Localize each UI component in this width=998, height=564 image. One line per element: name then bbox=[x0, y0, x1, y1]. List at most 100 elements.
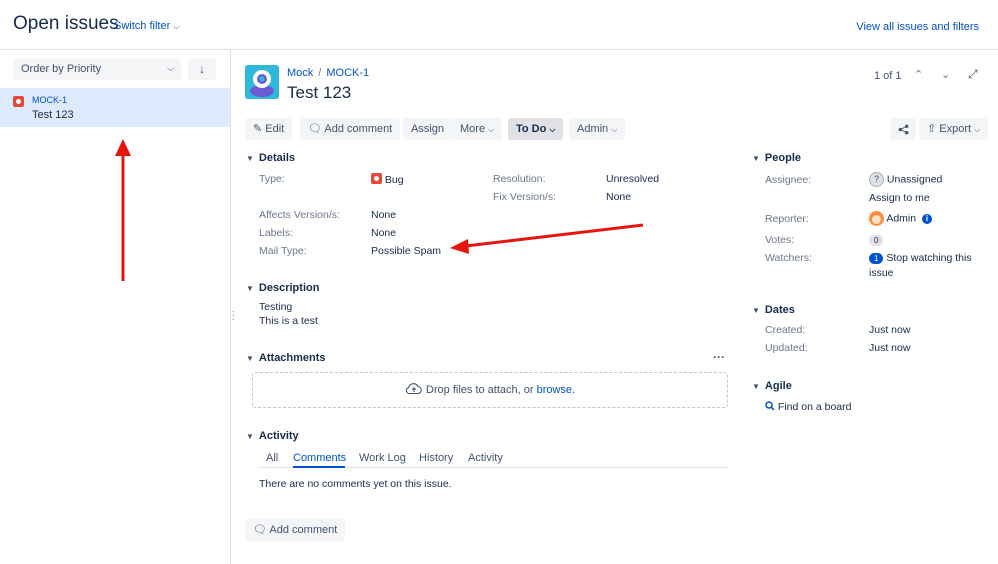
comment-icon: 🗨︎ bbox=[308, 123, 322, 135]
people-section-toggle[interactable]: ▼ People bbox=[752, 152, 801, 164]
chevron-down-icon: ▼ bbox=[752, 154, 760, 163]
add-comment-bottom-button[interactable]: 🗨︎ Add comment bbox=[245, 519, 346, 541]
bug-icon bbox=[371, 173, 382, 184]
pane-resize-handle[interactable]: ... bbox=[232, 305, 235, 322]
agile-heading: Agile bbox=[764, 380, 792, 392]
admin-button[interactable]: Admin ⌵ bbox=[569, 118, 626, 140]
more-label: More bbox=[460, 123, 486, 135]
chevron-down-icon: ⌵ bbox=[488, 125, 495, 134]
tab-activity[interactable]: Activity bbox=[468, 452, 503, 464]
order-by-label: Order by Priority bbox=[21, 63, 102, 75]
breadcrumb: Mock / MOCK-1 bbox=[287, 67, 370, 79]
stop-watching-text: Stop watching this bbox=[886, 252, 972, 264]
dates-section-toggle[interactable]: ▼ Dates bbox=[752, 304, 795, 316]
attachments-heading: Attachments bbox=[258, 352, 326, 364]
reporter-label: Reporter: bbox=[765, 213, 809, 225]
chevron-down-icon: ▼ bbox=[246, 154, 254, 163]
chevron-down-icon: ▼ bbox=[246, 354, 254, 363]
tab-work-log[interactable]: Work Log bbox=[359, 452, 406, 464]
details-heading: Details bbox=[258, 152, 295, 164]
watchers-label: Watchers: bbox=[765, 252, 812, 264]
add-comment-label: Add comment bbox=[324, 123, 393, 135]
unassigned-avatar-icon: ? bbox=[869, 172, 884, 187]
stop-watching-link[interactable]: 1 Stop watching this bbox=[869, 252, 972, 264]
edit-label: Edit bbox=[265, 123, 285, 135]
labels-label: Labels: bbox=[259, 227, 293, 239]
description-line: This is a test bbox=[259, 315, 318, 327]
chevron-down-icon: ▼ bbox=[752, 306, 760, 315]
stop-watching-link-continued[interactable]: issue bbox=[869, 267, 894, 279]
tab-comments[interactable]: Comments bbox=[293, 452, 346, 464]
browse-link[interactable]: browse. bbox=[537, 384, 576, 396]
breadcrumb-project-link[interactable]: Mock bbox=[287, 67, 313, 79]
chevron-down-icon: ▼ bbox=[246, 284, 254, 293]
attachments-section-toggle[interactable]: ▼ Attachments bbox=[246, 352, 326, 364]
info-icon[interactable]: i bbox=[922, 214, 933, 225]
edit-button[interactable]: ✎ Edit bbox=[245, 118, 293, 140]
page-title: Open issues bbox=[13, 13, 119, 34]
created-label: Created: bbox=[765, 324, 806, 336]
fix-version-value: None bbox=[606, 191, 632, 203]
find-on-board-text: Find on a board bbox=[777, 401, 852, 413]
assign-to-me-link[interactable]: Assign to me bbox=[869, 192, 930, 204]
next-issue-button[interactable]: ⌄ bbox=[941, 68, 950, 81]
issue-list-pane: Order by Priority ⌵ ↓ MOCK-1 Test 123 bbox=[0, 50, 231, 564]
share-icon bbox=[898, 124, 908, 134]
attachment-dropzone[interactable]: Drop files to attach, or browse. bbox=[252, 372, 728, 408]
chevron-down-icon: ⌵ bbox=[974, 125, 981, 134]
no-comments-text: There are no comments yet on this issue. bbox=[259, 478, 452, 490]
order-by-select[interactable]: Order by Priority ⌵ bbox=[13, 59, 181, 80]
pager-label: 1 of 1 bbox=[874, 70, 902, 82]
arrow-down-icon: ↓ bbox=[199, 62, 205, 76]
assignee-value: ? Unassigned bbox=[869, 172, 942, 187]
export-icon: ⇧ bbox=[927, 123, 937, 135]
add-comment-button[interactable]: 🗨︎ Add comment bbox=[300, 118, 401, 140]
chevron-down-icon: ▼ bbox=[246, 432, 254, 441]
list-item[interactable]: MOCK-1 Test 123 bbox=[0, 88, 230, 127]
export-button[interactable]: ⇧ Export ⌵ bbox=[919, 118, 989, 140]
mail-type-value: Possible Spam bbox=[371, 245, 442, 257]
list-item-key: MOCK-1 bbox=[32, 95, 68, 105]
assign-button[interactable]: Assign bbox=[403, 118, 453, 140]
resolution-label: Resolution: bbox=[493, 173, 546, 185]
bug-icon bbox=[13, 96, 24, 107]
status-label: To Do bbox=[516, 123, 547, 135]
chevron-down-icon: ▼ bbox=[752, 382, 760, 391]
chevron-down-icon: ⌵ bbox=[549, 125, 556, 134]
switch-filter-label: Switch filter bbox=[114, 20, 171, 32]
votes-value[interactable]: 0 bbox=[869, 234, 884, 246]
view-all-issues-link[interactable]: View all issues and filters bbox=[856, 21, 979, 33]
more-button[interactable]: More ⌵ bbox=[452, 118, 503, 140]
issue-title[interactable]: Test 123 bbox=[287, 83, 351, 103]
agile-section-toggle[interactable]: ▼ Agile bbox=[752, 380, 792, 392]
breadcrumb-issue-key-link[interactable]: MOCK-1 bbox=[326, 67, 369, 79]
chevron-up-icon: ⌃ bbox=[914, 69, 924, 81]
people-heading: People bbox=[764, 152, 801, 164]
more-options-icon[interactable]: ··· bbox=[713, 350, 725, 364]
expand-button[interactable]: ⤢ bbox=[968, 67, 978, 82]
export-label: Export bbox=[939, 123, 972, 135]
tab-history[interactable]: History bbox=[419, 452, 453, 464]
sort-direction-button[interactable]: ↓ bbox=[188, 59, 216, 80]
pencil-icon: ✎ bbox=[253, 123, 263, 135]
affects-version-value: None bbox=[371, 209, 397, 221]
share-button[interactable] bbox=[890, 118, 916, 140]
chevron-down-icon: ⌵ bbox=[611, 125, 618, 134]
updated-label: Updated: bbox=[765, 342, 808, 354]
active-tab-indicator bbox=[293, 466, 345, 468]
details-section-toggle[interactable]: ▼ Details bbox=[246, 152, 295, 164]
switch-filter-button[interactable]: Switch filter ⌵ bbox=[114, 20, 179, 32]
page-header: Open issues Switch filter ⌵ View all iss… bbox=[0, 0, 998, 50]
comment-icon: 🗨︎ bbox=[253, 524, 267, 536]
dates-heading: Dates bbox=[764, 304, 795, 316]
chevron-down-icon: ⌵ bbox=[173, 22, 180, 31]
activity-section-toggle[interactable]: ▼ Activity bbox=[246, 430, 299, 442]
chevron-down-icon: ⌵ bbox=[167, 63, 174, 73]
created-value: Just now bbox=[869, 324, 911, 336]
find-on-board-link[interactable]: Find on a board bbox=[765, 401, 851, 413]
description-section-toggle[interactable]: ▼ Description bbox=[246, 282, 319, 294]
status-button[interactable]: To Do ⌵ bbox=[508, 118, 564, 140]
tab-all[interactable]: All bbox=[266, 452, 278, 464]
previous-issue-button[interactable]: ⌃ bbox=[914, 68, 923, 81]
votes-count-badge: 0 bbox=[869, 235, 884, 246]
